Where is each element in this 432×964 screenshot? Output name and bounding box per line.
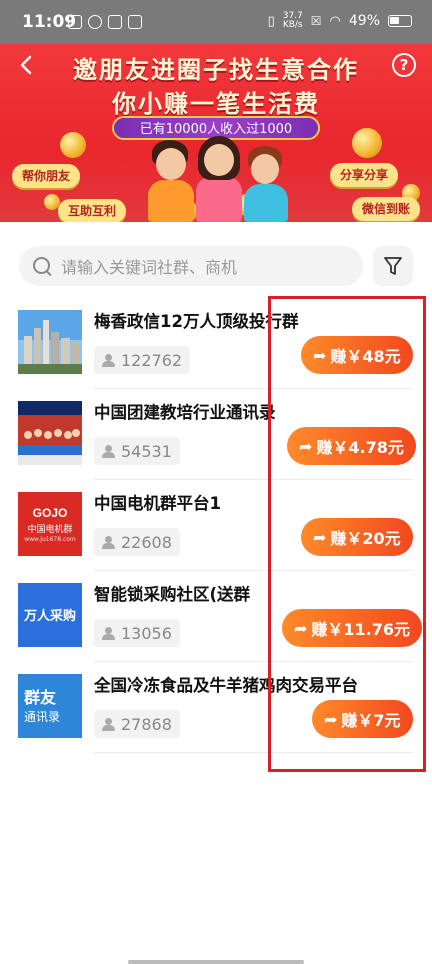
group-name: 梅香政信12万人顶级投行群 xyxy=(94,312,299,331)
user-icon xyxy=(102,626,115,640)
vibrate-icon: ▯ xyxy=(267,13,275,29)
member-count: 54531 xyxy=(121,441,172,461)
banner-pill-share: 分享分享 xyxy=(330,163,399,187)
group-avatar xyxy=(18,310,82,374)
user-icon xyxy=(102,535,115,549)
user-icon xyxy=(102,444,115,458)
wifi-icon: ◠ xyxy=(329,13,341,29)
share-earn-button[interactable]: ➦ 赚￥11.76元 xyxy=(282,609,423,647)
banner-title: 邀朋友进圈子找生意合作 xyxy=(73,56,359,84)
filter-button[interactable] xyxy=(373,246,413,286)
cloud-notification-icon xyxy=(88,15,102,29)
share-arrow-icon: ➦ xyxy=(313,527,327,547)
search-icon xyxy=(33,257,50,274)
member-count: 27868 xyxy=(121,714,172,734)
banner-pill-mutual-benefit: 互助互利 xyxy=(58,199,127,222)
list-item[interactable]: 梅香政信12万人顶级投行群 122762 ➦ 赚￥48元 xyxy=(0,298,432,389)
member-count-badge: 27868 xyxy=(94,710,180,738)
status-bar: 11:09 ▯ 37.7 KB/s ☒ ◠ 49% xyxy=(0,0,432,44)
avatar-brand: GOJO xyxy=(32,506,68,520)
share-arrow-icon: ➦ xyxy=(313,345,327,365)
reward-label: 赚￥7元 xyxy=(341,711,401,730)
reward-label: 赚￥48元 xyxy=(330,347,401,366)
group-name: 中国团建教培行业通讯录 xyxy=(94,403,276,422)
user-icon xyxy=(102,353,115,367)
member-count-badge: 13056 xyxy=(94,619,180,647)
member-count: 122762 xyxy=(121,350,183,370)
member-count-badge: 54531 xyxy=(94,437,180,465)
user-icon xyxy=(102,717,115,731)
banner-pill-wechat-payout: 微信到账 xyxy=(352,197,421,221)
funnel-icon xyxy=(384,257,402,275)
member-count: 22608 xyxy=(121,532,172,552)
member-count-badge: 22608 xyxy=(94,528,180,556)
app-notification-icon xyxy=(68,15,82,29)
member-count: 13056 xyxy=(121,623,172,643)
group-name: 全国冷冻食品及牛羊猪鸡肉交易平台 xyxy=(94,676,358,695)
list-item[interactable]: 群友 通讯录 全国冷冻食品及牛羊猪鸡肉交易平台 27868 ➦ 赚￥7元 xyxy=(0,662,432,753)
reward-label: 赚￥11.76元 xyxy=(311,620,411,639)
search-bar[interactable] xyxy=(19,246,363,288)
share-earn-button[interactable]: ➦ 赚￥7元 xyxy=(312,700,413,738)
member-count-badge: 122762 xyxy=(94,346,191,374)
network-speed: 37.7 KB/s xyxy=(283,12,303,30)
battery-icon xyxy=(388,15,412,27)
share-earn-button[interactable]: ➦ 赚￥20元 xyxy=(301,518,413,556)
banner-pill-help-friends: 帮你朋友 xyxy=(12,164,81,188)
tiktok-notification-icon xyxy=(108,15,122,29)
avatar-url: www.ju1678.com xyxy=(24,536,76,543)
group-name: 中国电机群平台1 xyxy=(94,494,221,513)
invite-banner[interactable]: ? 邀朋友进圈子找生意合作 你小赚一笔生活费 已有10000人收入过1000 帮… xyxy=(0,44,432,222)
message-notification-icon xyxy=(128,15,142,29)
group-avatar: 万人采购 xyxy=(18,583,82,647)
divider xyxy=(94,752,413,753)
share-earn-button[interactable]: ➦ 赚￥48元 xyxy=(301,336,413,374)
sim-icon: ☒ xyxy=(310,14,322,28)
share-arrow-icon: ➦ xyxy=(299,436,313,456)
list-item[interactable]: GOJO 中国电机群 www.ju1678.com 中国电机群平台1 22608… xyxy=(0,480,432,571)
avatar-text: 中国电机群 xyxy=(27,525,73,535)
battery-percent: 49% xyxy=(348,13,380,29)
avatar-text: 群友 xyxy=(24,688,57,707)
group-avatar xyxy=(18,401,82,465)
group-avatar: 群友 通讯录 xyxy=(18,674,82,738)
avatar-subtext: 通讯录 xyxy=(24,710,61,724)
network-speed-unit: KB/s xyxy=(282,20,303,30)
reward-label: 赚￥4.78元 xyxy=(316,438,404,457)
list-item[interactable]: 中国团建教培行业通讯录 54531 ➦ 赚￥4.78元 xyxy=(0,389,432,480)
search-input[interactable] xyxy=(59,246,353,288)
group-avatar: GOJO 中国电机群 www.ju1678.com xyxy=(18,492,82,556)
avatar-text: 万人采购 xyxy=(23,609,76,624)
share-earn-button[interactable]: ➦ 赚￥4.78元 xyxy=(287,427,416,465)
banner-subtitle: 你小赚一笔生活费 xyxy=(112,90,320,118)
share-arrow-icon: ➦ xyxy=(294,618,308,638)
group-name: 智能锁采购社区(送群 xyxy=(94,585,251,604)
list-item[interactable]: 万人采购 智能锁采购社区(送群 13056 ➦ 赚￥11.76元 xyxy=(0,571,432,662)
home-indicator[interactable] xyxy=(128,960,304,964)
share-arrow-icon: ➦ xyxy=(324,709,338,729)
reward-label: 赚￥20元 xyxy=(330,529,401,548)
coin-icon xyxy=(60,132,86,158)
coin-icon xyxy=(352,128,382,158)
